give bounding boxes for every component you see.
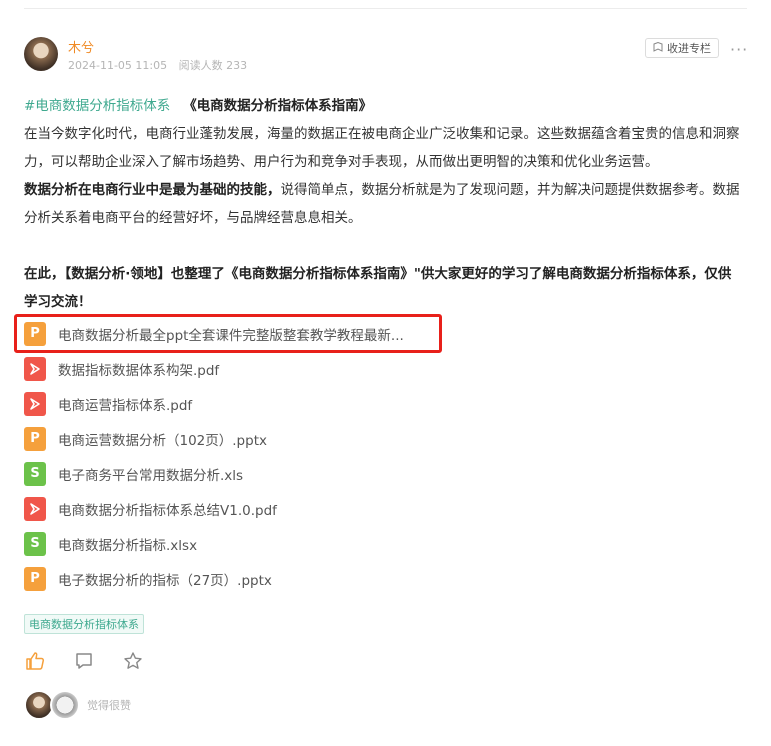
star-icon: [124, 652, 142, 669]
file-item[interactable]: 电商数据分析指标体系总结V1.0.pdf: [24, 491, 624, 526]
post-content: #电商数据分析指标体系 《电商数据分析指标体系指南》 在当今数字化时代，电商行业…: [24, 92, 744, 316]
post-meta: 2024-11-05 11:05 阅读人数 233: [68, 57, 255, 73]
attachment-list: P 电商数据分析最全ppt全套课件完整版整套教学教程最新... 数据指标数据体系构架…: [24, 316, 624, 596]
file-item[interactable]: S 电商数据分析指标.xlsx: [24, 526, 624, 561]
thumbs-up-icon: [26, 652, 45, 670]
action-bar: [24, 650, 144, 672]
ppt-file-icon: P: [24, 426, 46, 451]
post-date: 2024-11-05 11:05: [68, 59, 168, 72]
author-name[interactable]: 木兮: [68, 37, 94, 56]
favorite-button[interactable]: [122, 650, 144, 672]
comment-icon: [76, 653, 92, 669]
collect-icon: [653, 41, 663, 55]
ppt-file-icon: P: [24, 566, 46, 591]
paragraph-collection: 在此，【数据分析·领地】也整理了《电商数据分析指标体系指南》"供大家更好的学习了…: [24, 266, 732, 310]
more-options-icon[interactable]: ···: [730, 40, 748, 59]
collect-label: 收进专栏: [667, 42, 711, 55]
file-name[interactable]: 电子数据分析的指标（27页）.pptx: [58, 569, 272, 589]
liker-avatar[interactable]: [50, 690, 80, 720]
file-item[interactable]: P 电子数据分析的指标（27页）.pptx: [24, 561, 624, 596]
file-item[interactable]: S 电子商务平台常用数据分析.xls: [24, 456, 624, 491]
paragraph-intro: 在当今数字化时代，电商行业蓬勃发展，海量的数据正在被电商企业广泛收集和记录。这些…: [24, 126, 740, 170]
file-name[interactable]: 电子商务平台常用数据分析.xls: [58, 464, 243, 484]
like-button[interactable]: [24, 650, 46, 672]
file-item[interactable]: 数据指标数据体系构架.pdf: [24, 351, 624, 386]
file-name[interactable]: 数据指标数据体系构架.pdf: [58, 359, 219, 379]
file-name[interactable]: 电商运营数据分析（102页）.pptx: [58, 429, 267, 449]
xls-file-icon: S: [24, 461, 46, 486]
post-readers: 阅读人数 233: [178, 59, 248, 72]
xls-file-icon: S: [24, 531, 46, 556]
paragraph-skills-bold: 数据分析在电商行业中是最为基础的技能，: [24, 182, 281, 198]
pdf-file-icon: [24, 356, 46, 381]
topic-tag[interactable]: 电商数据分析指标体系: [24, 614, 144, 634]
top-divider: [24, 8, 747, 9]
author-avatar[interactable]: [24, 37, 58, 71]
hashtag-link[interactable]: #电商数据分析指标体系: [24, 98, 170, 114]
collect-to-column-button[interactable]: 收进专栏: [645, 38, 719, 58]
highlight-box: [14, 314, 442, 353]
paragraph-skills: 数据分析在电商行业中是最为基础的技能，说得简单点，数据分析就是为了发现问题，并为…: [24, 176, 744, 232]
file-item[interactable]: 电商运营指标体系.pdf: [24, 386, 624, 421]
likers-row: 觉得很赞: [24, 690, 131, 720]
file-name[interactable]: 电商数据分析指标.xlsx: [58, 534, 197, 554]
book-title: 《电商数据分析指标体系指南》: [183, 98, 373, 114]
file-item[interactable]: P 电商运营数据分析（102页）.pptx: [24, 421, 624, 456]
likers-text: 觉得很赞: [87, 699, 131, 712]
comment-button[interactable]: [73, 650, 95, 672]
file-name[interactable]: 电商数据分析指标体系总结V1.0.pdf: [58, 499, 277, 519]
pdf-file-icon: [24, 496, 46, 521]
file-name[interactable]: 电商运营指标体系.pdf: [58, 394, 192, 414]
pdf-file-icon: [24, 391, 46, 416]
